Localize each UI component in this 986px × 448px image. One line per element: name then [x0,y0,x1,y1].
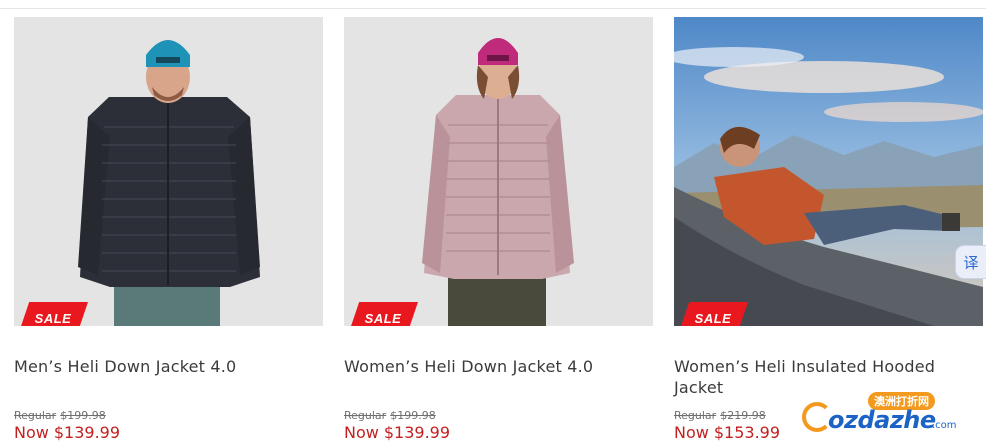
product-image[interactable]: SALE [14,17,323,326]
watermark-brand: ozdazhe [828,406,936,434]
watermark-suffix: .com [932,420,957,431]
mens-jacket-photo [14,17,323,326]
womens-hooded-jacket-lifestyle-photo [674,17,983,326]
product-image[interactable]: SALE [674,17,983,326]
sale-badge: SALE [678,302,748,326]
sale-price: Now $139.99 [14,423,121,442]
sale-price: Now $139.99 [344,423,451,442]
product-title[interactable]: Women’s Heli Down Jacket 4.0 [344,356,644,377]
sale-badge: SALE [18,302,88,326]
site-watermark: 澳洲打折网 ozdazhe .com [798,392,966,440]
product-image[interactable]: SALE [344,17,653,326]
regular-price: Regular $199.98 [14,409,106,422]
regular-price: Regular $219.98 [674,409,766,422]
product-title[interactable]: Men’s Heli Down Jacket 4.0 [14,356,314,377]
womens-jacket-photo [344,17,653,326]
product-card-womens-heli-insulated-hooded[interactable]: SALE Women’s Heli Insulated Hooded Jacke… [674,17,983,448]
top-divider [0,8,986,9]
product-card-mens-heli-down[interactable]: SALE Men’s Heli Down Jacket 4.0 Regular $… [14,17,323,448]
product-card-womens-heli-down[interactable]: SALE Women’s Heli Down Jacket 4.0 Regula… [344,17,653,448]
sale-price: Now $153.99 [674,423,781,442]
regular-price: Regular $199.98 [344,409,436,422]
sale-badge: SALE [348,302,418,326]
translate-button[interactable]: 译 [955,245,986,279]
